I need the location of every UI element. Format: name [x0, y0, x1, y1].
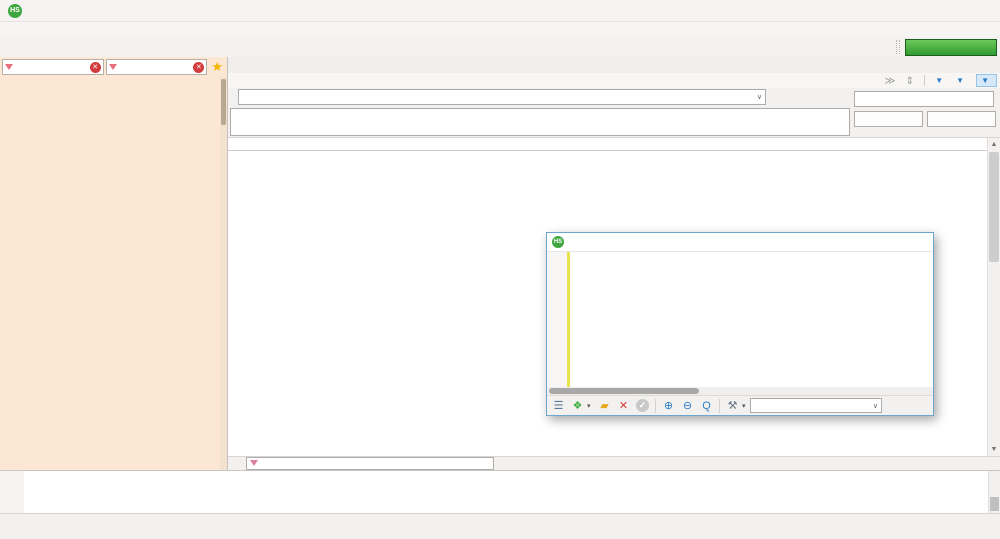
recent-filters-combo[interactable]: ∨ — [238, 89, 766, 105]
format-combo[interactable]: ∨ — [750, 398, 882, 413]
load-file-icon[interactable]: ▰ — [596, 397, 613, 414]
sorting-button[interactable]: ▼ — [935, 76, 946, 85]
app-icon: HS — [552, 236, 564, 248]
database-filter-input[interactable]: ✕ — [2, 59, 104, 75]
popup-toolbar: ☰ ❖ ▾ ▰ ✕ ✓ ⊕ ⊖ Q ⚒ ▾ ∨ — [547, 395, 933, 415]
filter-icon — [109, 64, 117, 70]
log-scrollbar[interactable] — [988, 471, 1000, 513]
json-editor[interactable] — [547, 252, 933, 387]
multi-filter-input[interactable] — [854, 91, 994, 107]
columns-button[interactable]: ▼ — [956, 76, 967, 85]
sql-log-panel — [0, 470, 1000, 513]
clear-filter-icon[interactable]: ✕ — [193, 62, 204, 73]
main-toolbar — [0, 37, 1000, 57]
zoom-reset-icon[interactable]: Q — [698, 397, 715, 414]
grid-header — [228, 138, 1000, 151]
minimize-button[interactable] — [898, 0, 932, 21]
filter-panel: ∨ — [228, 88, 1000, 138]
filter-icon — [250, 460, 258, 466]
zoom-out-icon[interactable]: ⊖ — [679, 397, 696, 414]
settings-wrench-icon[interactable]: ⚒ — [724, 397, 741, 414]
open-in-app-dropdown[interactable]: ▾ — [587, 402, 595, 410]
toolbar-grip — [896, 40, 900, 54]
table-filter-input[interactable]: ✕ — [106, 59, 208, 75]
status-bar — [0, 513, 1000, 539]
clear-filter-icon[interactable]: ✕ — [90, 62, 101, 73]
line-numbers — [547, 252, 567, 387]
editor-hscrollbar[interactable] — [547, 387, 933, 395]
filter-expression-editor[interactable] — [230, 108, 850, 136]
close-button[interactable] — [966, 0, 1000, 21]
editor-code — [570, 252, 933, 387]
next-rows-button[interactable]: ≫ — [884, 75, 895, 87]
log-line-numbers — [0, 471, 24, 513]
grid-filter-bar — [228, 456, 1000, 471]
favorites-icon[interactable]: ★ — [209, 59, 225, 75]
tree-scrollbar[interactable] — [220, 77, 227, 470]
grid-scrollbar[interactable]: ▲ ▼ — [987, 138, 1000, 456]
popup-title-bar[interactable]: HS — [547, 233, 933, 252]
clear-content-icon[interactable]: ✕ — [615, 397, 632, 414]
maximize-button[interactable] — [932, 0, 966, 21]
database-tree-panel: ✕ ✕ ★ — [0, 57, 228, 470]
open-in-app-icon[interactable]: ❖ — [569, 397, 586, 414]
title-bar: HS — [0, 0, 1000, 22]
apply-filter-button[interactable] — [854, 111, 923, 127]
zoom-in-icon[interactable]: ⊕ — [660, 397, 677, 414]
donate-button[interactable] — [905, 39, 997, 56]
app-icon: HS — [8, 4, 22, 18]
heidisql-window: { "window": { "title": "localhost\\test\… — [0, 0, 1000, 539]
clear-filter-button[interactable] — [927, 111, 996, 127]
filter-button[interactable]: ▼ — [977, 75, 996, 86]
menu-bar — [0, 22, 1000, 37]
log-lines — [24, 471, 988, 513]
linebreaks-icon[interactable]: ☰ — [550, 397, 567, 414]
database-tree — [0, 77, 227, 470]
grid-filter-input[interactable] — [246, 457, 494, 470]
settings-dropdown[interactable]: ▾ — [742, 402, 750, 410]
apply-icon[interactable]: ✓ — [634, 397, 651, 414]
main-tab-bar — [228, 57, 1000, 73]
text-editor-popup: HS ☰ ❖ ▾ ▰ ✕ ✓ ⊕ ⊖ Q ⚒ ▾ ∨ — [546, 232, 934, 416]
filter-icon — [5, 64, 13, 70]
show-all-rows-button[interactable]: ⇕ — [905, 75, 914, 87]
